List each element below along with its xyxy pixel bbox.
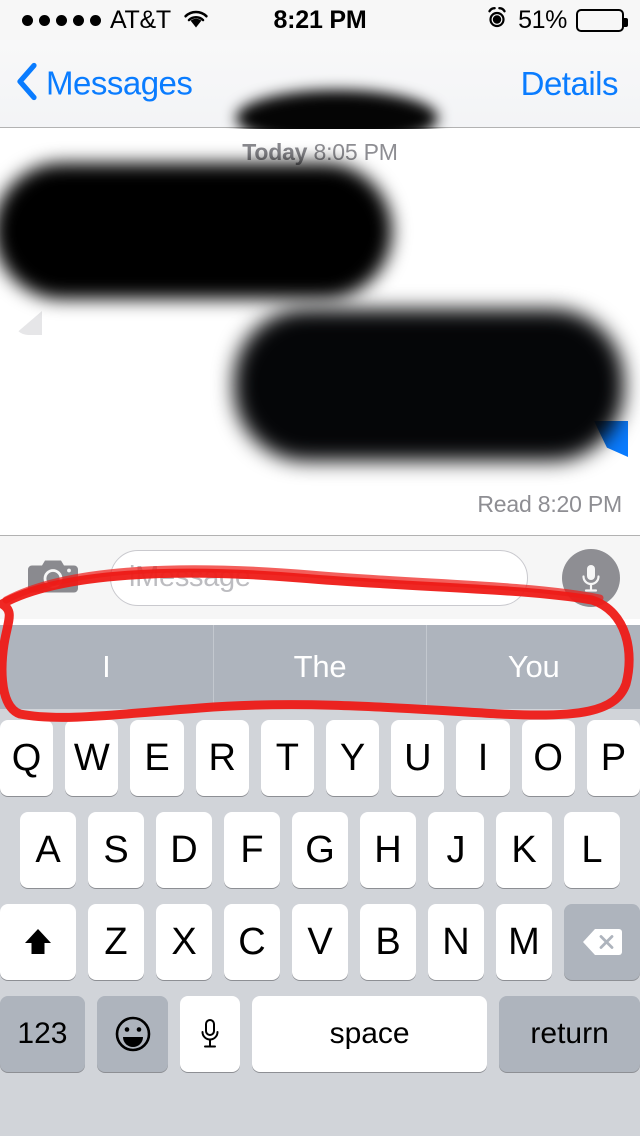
keyboard-row-3-letters: ZXCVBNM: [88, 904, 552, 980]
space-key[interactable]: space: [251, 996, 488, 1072]
key-k[interactable]: K: [496, 812, 552, 888]
imessage-placeholder: iMessage: [129, 561, 251, 593]
emoji-keyboard-key[interactable]: [96, 996, 169, 1072]
navigation-bar: Messages Details: [0, 40, 640, 146]
key-e[interactable]: E: [130, 720, 184, 796]
dictation-key[interactable]: [180, 996, 240, 1072]
predictive-text-bar: I The You: [0, 625, 640, 709]
battery-icon: [576, 8, 628, 32]
on-screen-keyboard: QWERTYUIOP ASDFGHJKL ZXCVBNM 123 space r…: [0, 709, 640, 1136]
key-n[interactable]: N: [428, 904, 484, 980]
day-timestamp: Today 8:05 PM: [0, 139, 640, 166]
dictation-mic-button[interactable]: [562, 548, 620, 607]
key-t[interactable]: T: [260, 720, 314, 796]
key-a[interactable]: A: [20, 812, 76, 888]
prediction-candidate-2[interactable]: You: [426, 625, 640, 709]
key-g[interactable]: G: [292, 812, 348, 888]
key-w[interactable]: W: [65, 720, 119, 796]
key-s[interactable]: S: [88, 812, 144, 888]
conversation-thread[interactable]: Today 8:05 PM Read 8:20 PM: [0, 129, 640, 535]
delivery-status-label: Read 8:20 PM: [477, 491, 622, 517]
battery-percent-label: 51%: [518, 5, 567, 34]
prediction-candidate-0[interactable]: I: [0, 625, 213, 709]
key-p[interactable]: P: [586, 720, 640, 796]
message-input-bar: iMessage: [0, 535, 640, 619]
keyboard-row-3: ZXCVBNM: [0, 904, 640, 980]
keyboard-row-1: QWERTYUIOP: [0, 720, 640, 796]
key-j[interactable]: J: [428, 812, 484, 888]
iphone-messages-screen: AT&T 8:21 PM 51% Messages Details Today …: [0, 0, 640, 1136]
message-row-outgoing[interactable]: [234, 309, 640, 461]
numeric-keyboard-key[interactable]: 123: [0, 996, 85, 1072]
bubble-tail-incoming: [14, 311, 42, 335]
details-button[interactable]: Details: [521, 65, 619, 103]
key-y[interactable]: Y: [326, 720, 380, 796]
keyboard-row-2: ASDFGHJKL: [0, 812, 640, 888]
back-button-label: Messages: [46, 64, 193, 102]
key-h[interactable]: H: [360, 812, 416, 888]
backspace-key[interactable]: [564, 904, 640, 980]
key-r[interactable]: R: [195, 720, 249, 796]
key-c[interactable]: C: [224, 904, 280, 980]
key-m[interactable]: M: [496, 904, 552, 980]
message-row-incoming[interactable]: [0, 163, 392, 335]
day-label: Today: [242, 139, 308, 165]
back-to-messages-button[interactable]: Messages: [16, 62, 193, 105]
key-q[interactable]: Q: [0, 720, 54, 796]
key-z[interactable]: Z: [88, 904, 144, 980]
key-f[interactable]: F: [224, 812, 280, 888]
key-b[interactable]: B: [360, 904, 416, 980]
key-i[interactable]: I: [456, 720, 510, 796]
day-time: 8:05 PM: [313, 139, 398, 165]
key-u[interactable]: U: [391, 720, 445, 796]
key-o[interactable]: O: [521, 720, 575, 796]
return-key[interactable]: return: [499, 996, 640, 1072]
imessage-input-field[interactable]: iMessage: [110, 549, 528, 606]
status-bar-right: 51%: [485, 5, 628, 35]
status-bar: AT&T 8:21 PM 51%: [0, 0, 640, 40]
camera-icon[interactable]: [28, 555, 78, 600]
key-x[interactable]: X: [156, 904, 212, 980]
message-bubble-outgoing-redacted[interactable]: [234, 309, 624, 461]
message-bubble-incoming-redacted[interactable]: [0, 163, 392, 299]
keyboard-row-4: 123 space return: [0, 996, 640, 1072]
alarm-clock-icon: [485, 6, 509, 35]
key-l[interactable]: L: [564, 812, 620, 888]
key-d[interactable]: D: [156, 812, 212, 888]
shift-key[interactable]: [0, 904, 76, 980]
chevron-left-icon: [16, 62, 38, 105]
key-v[interactable]: V: [292, 904, 348, 980]
prediction-candidate-1[interactable]: The: [212, 625, 427, 709]
